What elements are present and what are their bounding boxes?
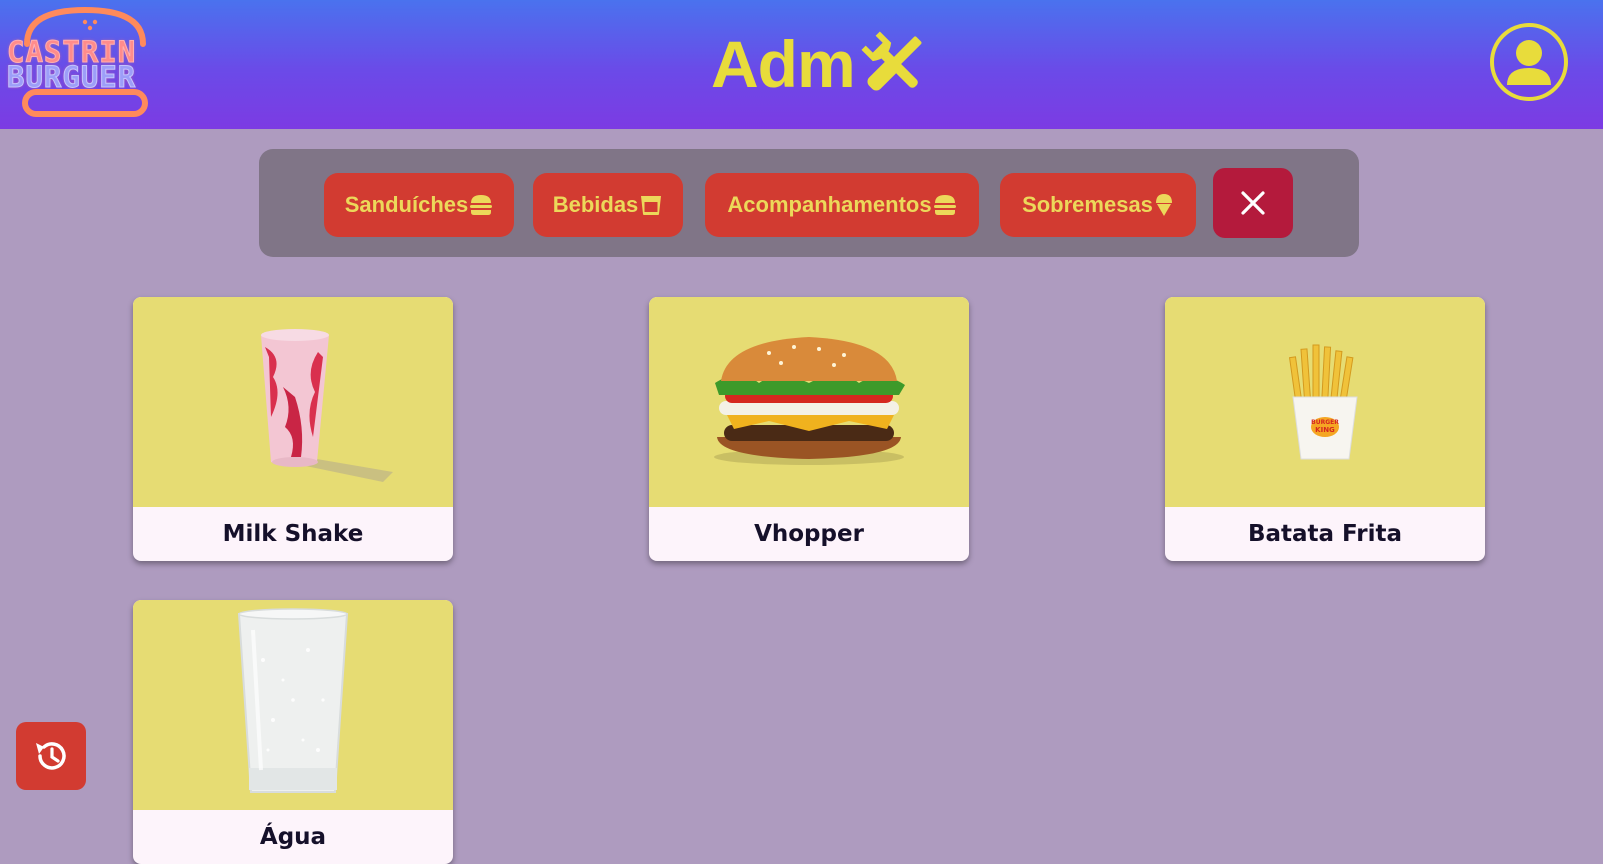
filter-label: Bebidas	[552, 192, 639, 217]
milkshake-image	[133, 297, 453, 507]
product-card-vhopper[interactable]: Vhopper	[649, 297, 969, 561]
page-title-text: Adm	[711, 27, 856, 101]
product-name: Vhopper	[754, 521, 864, 547]
burger-image	[649, 297, 969, 507]
tools-icon	[861, 31, 922, 91]
product-name: Batata Frita	[1247, 521, 1403, 547]
burger-icon	[470, 195, 493, 215]
history-icon	[36, 742, 66, 770]
close-icon	[1241, 191, 1265, 215]
filter-label: Acompanhamentos	[727, 192, 932, 217]
ice-cream-icon	[1155, 194, 1172, 216]
svg-text:BURGER: BURGER	[1311, 419, 1339, 426]
product-name: Água	[259, 824, 327, 850]
product-card-agua[interactable]: Água	[133, 600, 453, 864]
history-button[interactable]	[16, 722, 86, 790]
product-card-milk-shake[interactable]: Milk Shake	[133, 297, 453, 561]
product-card-batata-frita[interactable]: BURGER KING Batata Frita	[1165, 297, 1485, 561]
clear-filter-button[interactable]	[1213, 168, 1293, 238]
filter-bebidas-button[interactable]: Bebidas	[533, 173, 683, 237]
cup-icon	[641, 196, 662, 215]
product-name: Milk Shake	[222, 521, 364, 547]
user-circle-icon	[1490, 23, 1568, 101]
castrin-burguer-logo[interactable]: CASTRIN BURGUER	[5, 4, 165, 120]
header: CASTRIN BURGUER Adm	[0, 0, 1603, 129]
user-profile-button[interactable]	[1489, 22, 1569, 102]
category-filter-bar: Sanduíches Bebidas Acompanhamentos Sobre…	[259, 149, 1359, 257]
filter-label: Sobremesas	[1022, 192, 1153, 217]
filter-label: Sanduíches	[344, 192, 469, 217]
filter-acompanhamentos-button[interactable]: Acompanhamentos	[705, 173, 979, 237]
page-title: Adm	[711, 18, 931, 110]
water-cup-image	[133, 600, 453, 810]
filter-sanduiches-button[interactable]: Sanduíches	[324, 173, 514, 237]
burger-icon	[933, 195, 956, 215]
fries-image: BURGER KING	[1165, 297, 1485, 507]
logo-text-line2: BURGUER	[7, 60, 137, 94]
filter-sobremesas-button[interactable]: Sobremesas	[1000, 173, 1196, 237]
svg-text:KING: KING	[1315, 426, 1335, 434]
